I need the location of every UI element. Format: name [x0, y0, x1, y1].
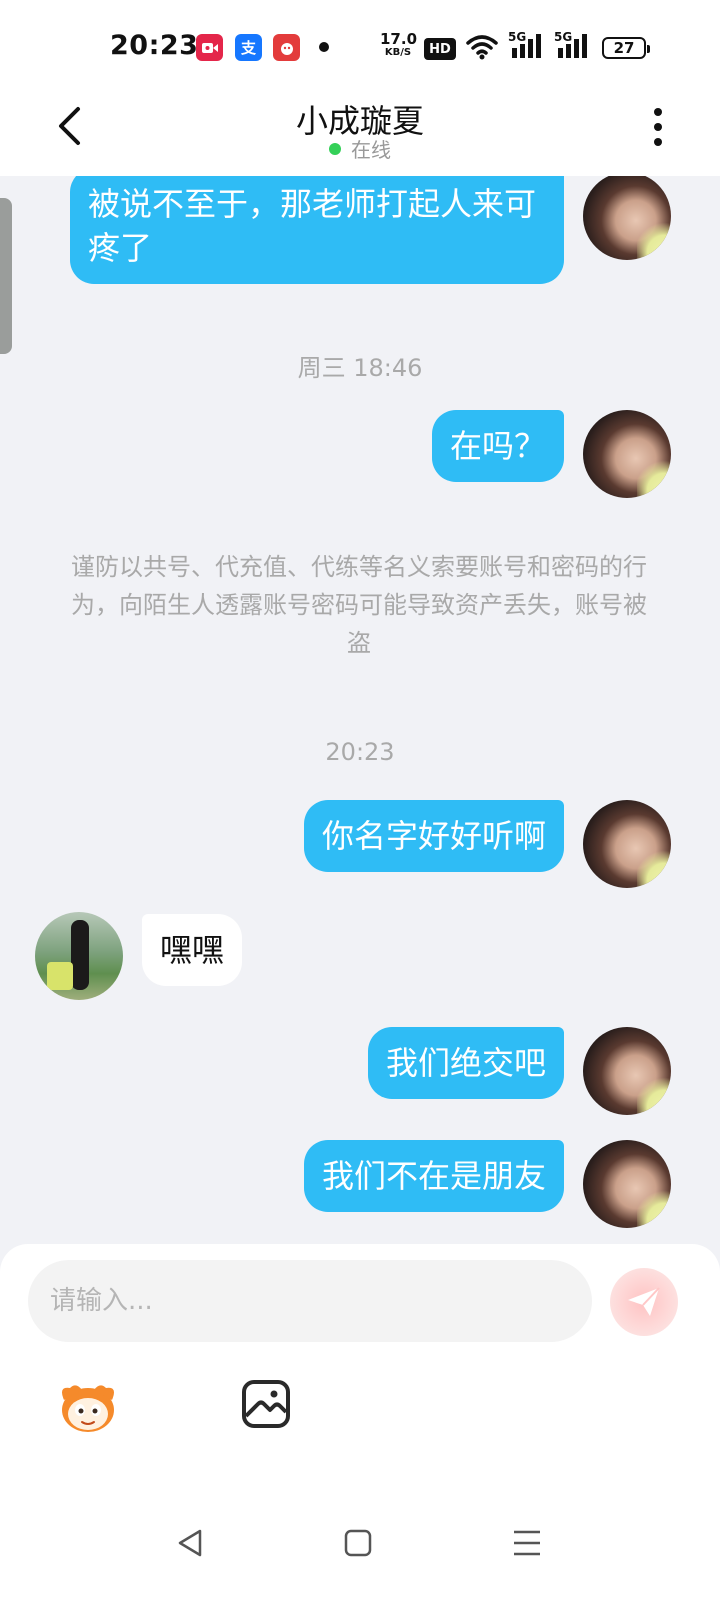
my-avatar[interactable] — [583, 800, 671, 888]
network-speed-unit: KB/S — [384, 47, 412, 58]
my-avatar[interactable] — [583, 410, 671, 498]
online-dot — [329, 143, 341, 155]
message-bubble-sent[interactable]: 我们绝交吧 — [367, 1027, 564, 1099]
status-bar: 20:23 支 17.0 KB/S HD 5G 5G 27 — [0, 0, 720, 96]
emoji-mascot-icon — [62, 1385, 114, 1432]
wifi-icon — [466, 35, 498, 60]
contact-avatar[interactable] — [35, 912, 123, 1000]
chevron-left-icon — [59, 107, 80, 145]
shopping-app-icon — [273, 34, 300, 61]
send-button[interactable] — [610, 1268, 678, 1336]
image-button[interactable] — [240, 1378, 292, 1430]
navigation-bar — [0, 1470, 720, 1600]
dot-icon — [654, 108, 662, 116]
network-speed: 17.0 KB/S — [380, 32, 417, 60]
nav-home-icon[interactable] — [344, 1528, 372, 1558]
input-panel — [0, 1244, 720, 1470]
message-bubble-sent[interactable]: 被说不至于，那老师打起人来可疼了 — [70, 176, 564, 284]
online-status-label: 在线 — [351, 138, 391, 162]
online-status: 在线 — [210, 134, 510, 163]
hd-badge: HD — [424, 38, 456, 60]
dot-icon — [654, 138, 662, 146]
scroll-handle[interactable] — [0, 198, 12, 354]
cell-signal-icon — [512, 34, 541, 58]
cell-signal-icon-2 — [558, 34, 587, 58]
more-options-button[interactable] — [640, 102, 676, 152]
timestamp: 20:23 — [325, 738, 395, 766]
timestamp: 周三 18:46 — [297, 354, 423, 382]
message-bubble-sent[interactable]: 我们不在是朋友 — [303, 1140, 564, 1212]
emoji-button[interactable] — [56, 1378, 120, 1434]
dot-icon — [654, 123, 662, 131]
notification-dot — [319, 42, 329, 52]
my-avatar[interactable] — [583, 1027, 671, 1115]
nav-back-icon[interactable] — [176, 1528, 204, 1558]
my-avatar[interactable] — [583, 1140, 671, 1228]
message-bubble-sent[interactable]: 在吗？ — [431, 410, 564, 482]
send-icon — [628, 1287, 660, 1316]
alipay-icon: 支 — [235, 34, 262, 61]
nav-menu-icon[interactable] — [512, 1528, 542, 1558]
image-icon — [242, 1380, 290, 1428]
chat-header: 小成璇夏 在线 — [0, 96, 720, 176]
my-avatar[interactable] — [583, 176, 671, 260]
chat-area[interactable]: 被说不至于，那老师打起人来可疼了 周三 18:46 在吗？ 谨防以共号、代充值、… — [0, 176, 720, 1244]
battery-icon: 27 — [602, 37, 650, 59]
back-button[interactable] — [44, 98, 94, 154]
security-notice: 谨防以共号、代充值、代练等名义索要账号和密码的行为，向陌生人透露账号密码可能导致… — [71, 553, 647, 657]
message-input[interactable] — [28, 1260, 592, 1342]
status-time: 20:23 — [110, 30, 199, 61]
message-bubble-received[interactable]: 嘿嘿 — [142, 914, 243, 986]
video-app-icon — [196, 34, 223, 61]
message-bubble-sent[interactable]: 你名字好好听啊 — [303, 800, 564, 872]
